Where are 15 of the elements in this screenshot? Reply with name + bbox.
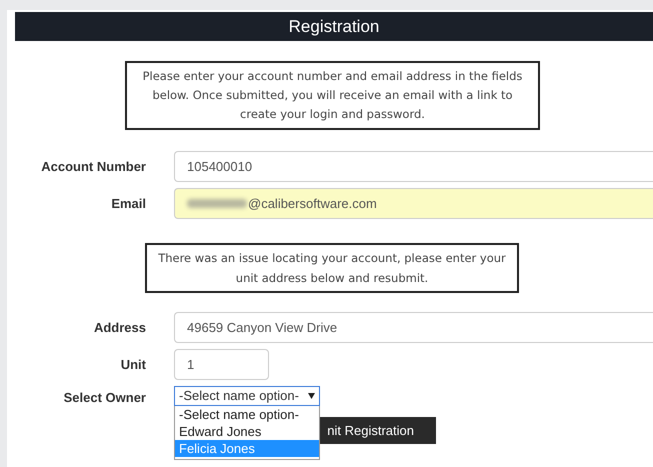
- info-notice: Please enter your account number and email address in the fields below. Once submitted, you will receive an email with a link to create your login and password.: [125, 61, 540, 130]
- field-label: Account Number: [40, 158, 146, 176]
- owner-select[interactable]: -Select name option-: [174, 386, 320, 406]
- input-field[interactable]: 49659 Canyon View Drive: [174, 312, 653, 343]
- input-field[interactable]: 105400010: [174, 151, 653, 182]
- redacted-text: [187, 199, 247, 208]
- field-label: Email: [110, 194, 146, 213]
- header-bar: Registration: [15, 12, 653, 41]
- input-field[interactable]: @calibersoftware.com: [174, 188, 653, 219]
- field-label: Select Owner: [62, 389, 146, 407]
- input-field[interactable]: 1: [174, 349, 269, 380]
- field-label: Address: [92, 318, 146, 337]
- caret-icon: [308, 393, 315, 399]
- field-label: Unit: [120, 356, 146, 374]
- warning-notice: There was an issue locating your account, please enter your unit address below and resubmit.: [145, 243, 519, 293]
